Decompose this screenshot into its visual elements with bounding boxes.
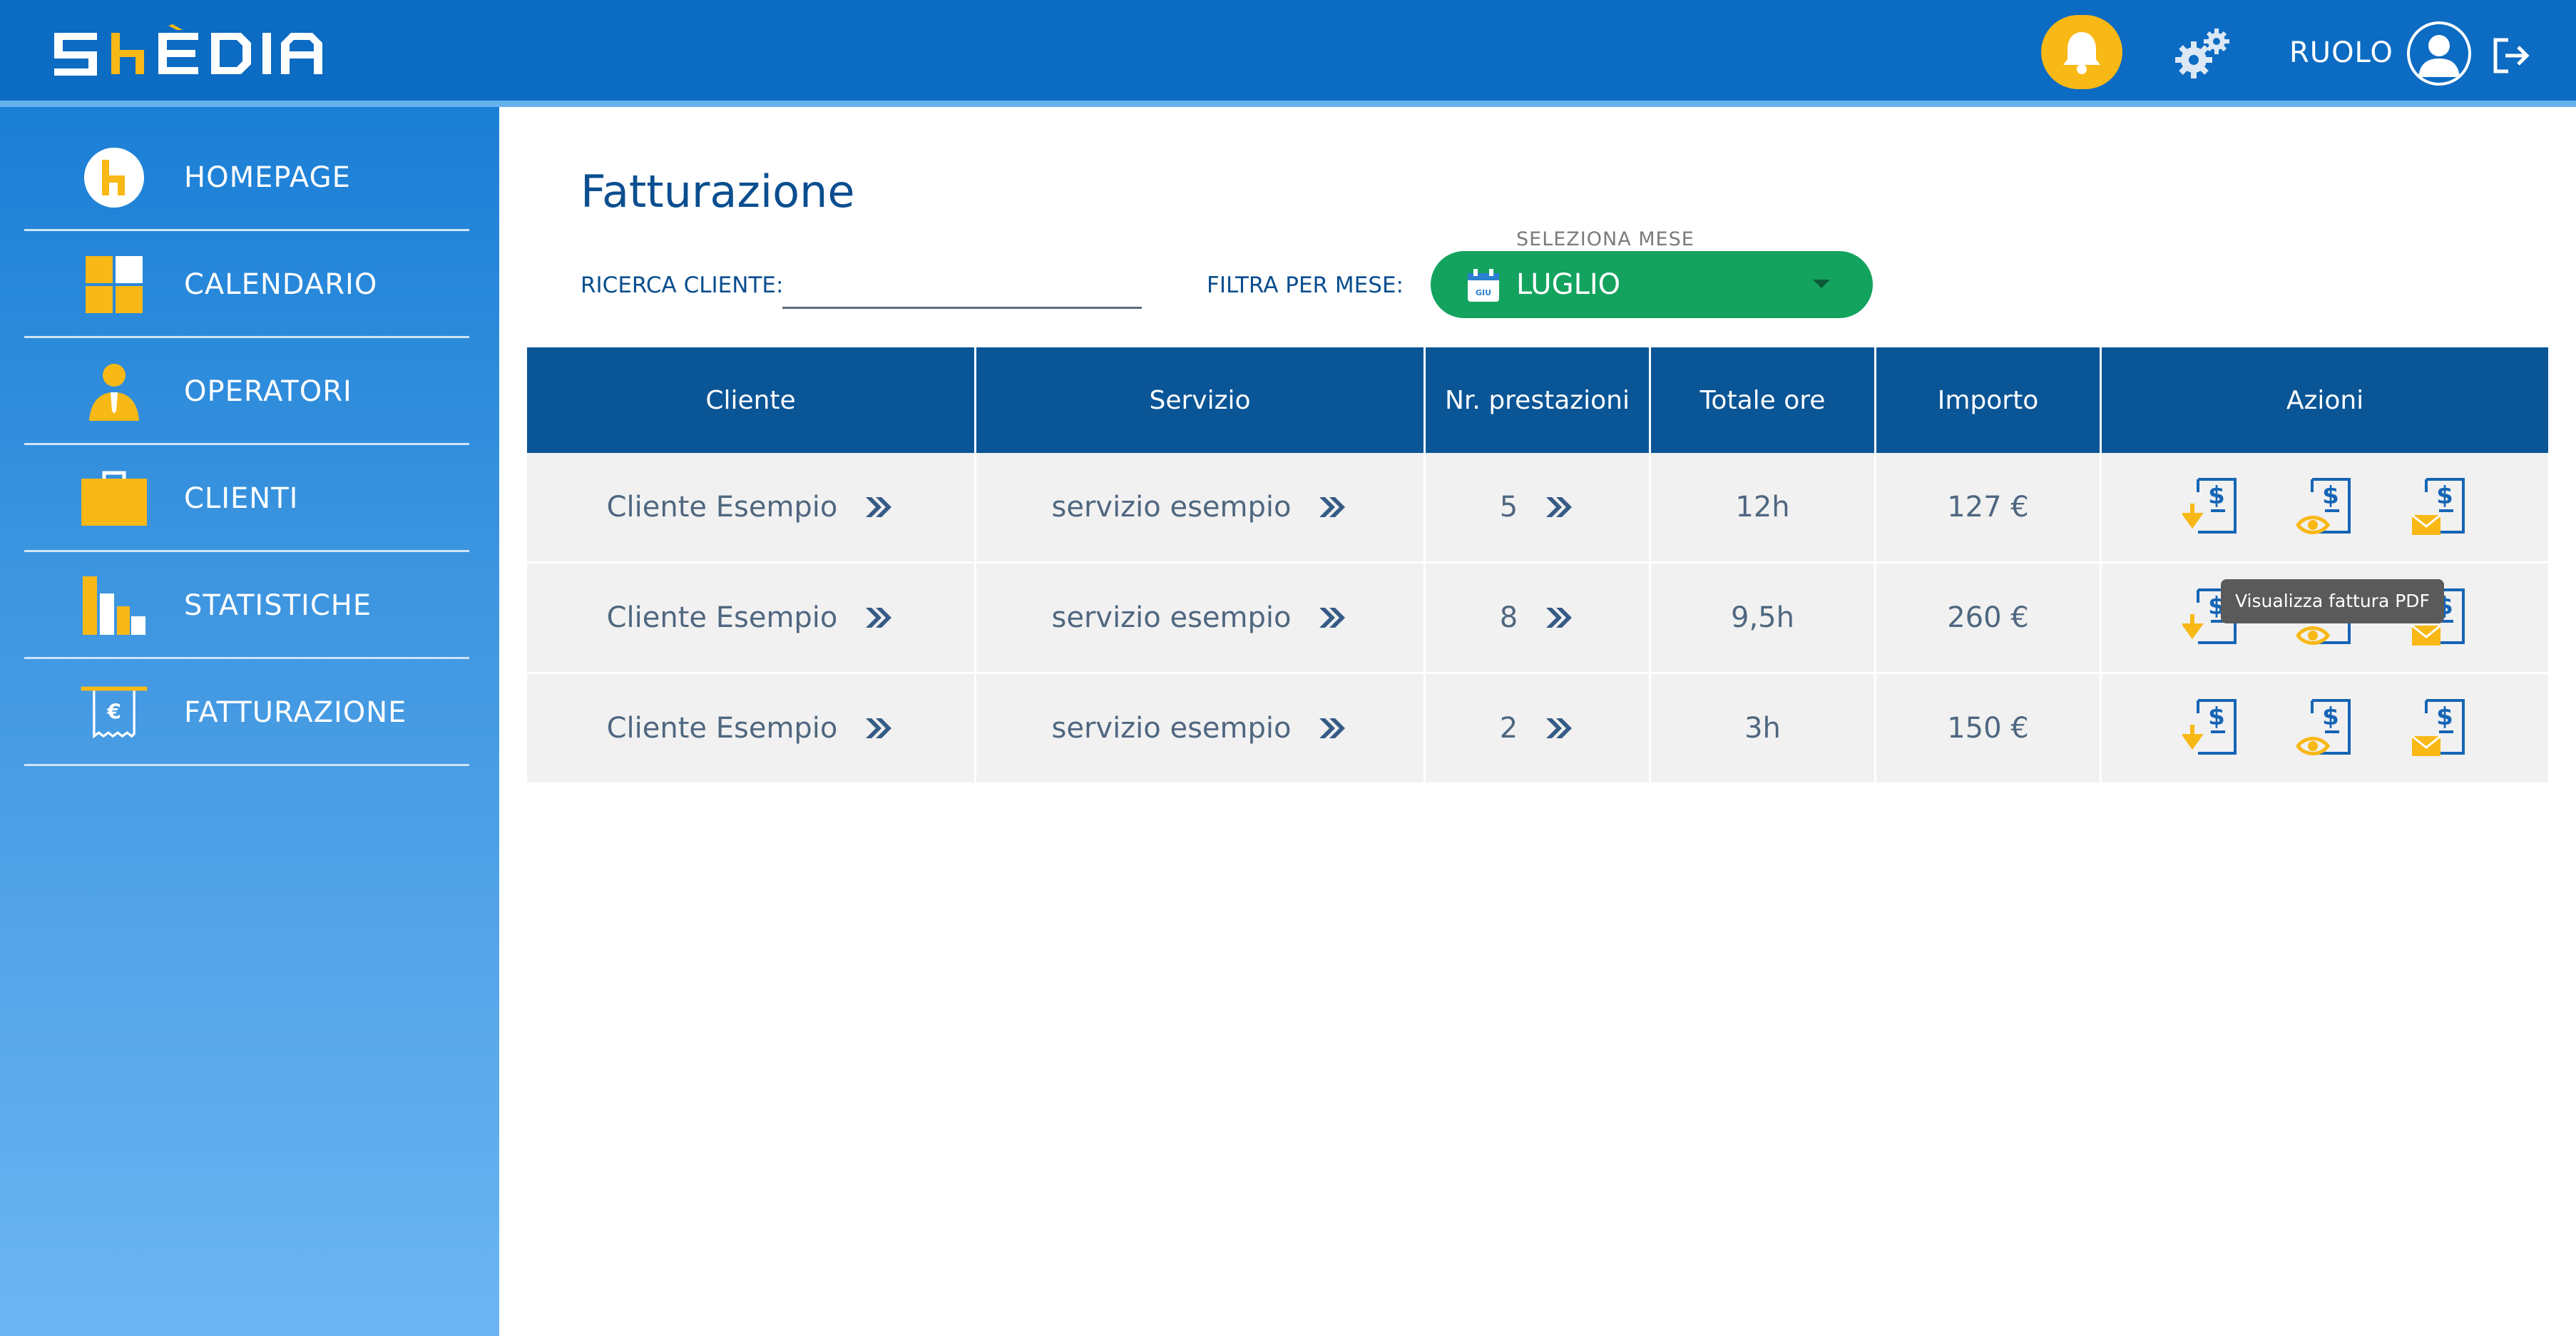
operator-icon xyxy=(80,357,148,426)
user-avatar-button[interactable] xyxy=(2407,21,2471,86)
actions-cell xyxy=(2102,674,2548,782)
search-client-label: RICERCA CLIENTE: xyxy=(581,272,784,298)
view-invoice-icon[interactable] xyxy=(2296,475,2353,539)
month-filter-label: FILTRA PER MESE: xyxy=(1207,272,1404,298)
client-cell[interactable]: Cliente Esempio xyxy=(527,453,976,561)
services-count-cell[interactable]: 5 xyxy=(1426,453,1651,561)
bar-chart-icon xyxy=(80,571,148,640)
client-name: Cliente Esempio xyxy=(606,491,838,524)
settings-gears-icon[interactable] xyxy=(2172,26,2232,80)
amount: 127 € xyxy=(1876,453,2102,561)
svg-text:GIU: GIU xyxy=(1476,288,1491,297)
service-name: servizio esempio xyxy=(1051,491,1292,524)
services-count: 2 xyxy=(1499,712,1518,745)
view-invoice-tooltip: Visualizza fattura PDF xyxy=(2221,579,2444,623)
total-hours: 12h xyxy=(1651,453,1876,561)
service-name: servizio esempio xyxy=(1051,712,1292,745)
column-header-azioni: Azioni xyxy=(2102,347,2548,453)
total-hours: 9,5h xyxy=(1651,564,1876,672)
sidebar-item-clienti[interactable]: CLIENTI xyxy=(24,447,469,552)
sidebar-item-label: FATTURAZIONE xyxy=(184,695,407,729)
double-chevron-right-icon[interactable] xyxy=(863,715,894,741)
calendar-icon: GIU xyxy=(1468,269,1499,302)
client-cell[interactable]: Cliente Esempio xyxy=(527,564,976,672)
sidebar-item-homepage[interactable]: HOMEPAGE xyxy=(24,126,469,231)
double-chevron-right-icon[interactable] xyxy=(1317,605,1348,631)
bell-icon xyxy=(2063,32,2100,74)
double-chevron-right-icon[interactable] xyxy=(1543,605,1575,631)
user-icon xyxy=(2418,35,2460,77)
column-header-ore[interactable]: Totale ore xyxy=(1651,347,1876,453)
sidebar-item-label: STATISTICHE xyxy=(184,588,372,622)
service-cell[interactable]: servizio esempio xyxy=(976,564,1426,672)
sidebar-item-label: CALENDARIO xyxy=(184,267,378,301)
actions-cell xyxy=(2102,453,2548,561)
column-header-servizio[interactable]: Servizio xyxy=(976,347,1426,453)
month-select-dropdown[interactable]: GIU LUGLIO xyxy=(1431,251,1873,318)
sidebar-item-label: HOMEPAGE xyxy=(184,160,351,194)
services-count-cell[interactable]: 8 xyxy=(1426,564,1651,672)
table-header-row: Cliente Servizio Nr. prestazioni Totale … xyxy=(527,347,2548,453)
role-label: RUOLO xyxy=(2289,36,2393,69)
sidebar-item-statistiche[interactable]: STATISTICHE xyxy=(24,554,469,659)
table-row: Cliente Esempio servizio esempio 5 12h 1… xyxy=(527,453,2548,561)
home-logo-icon xyxy=(80,143,148,212)
service-cell[interactable]: servizio esempio xyxy=(976,674,1426,782)
service-cell[interactable]: servizio esempio xyxy=(976,453,1426,561)
column-header-importo[interactable]: Importo xyxy=(1876,347,2102,453)
sidebar-item-calendario[interactable]: CALENDARIO xyxy=(24,233,469,338)
double-chevron-right-icon[interactable] xyxy=(863,494,894,520)
total-hours: 3h xyxy=(1651,674,1876,782)
sidebar-item-label: OPERATORI xyxy=(184,374,352,408)
amount: 150 € xyxy=(1876,674,2102,782)
services-count-cell[interactable]: 2 xyxy=(1426,674,1651,782)
double-chevron-right-icon[interactable] xyxy=(1317,494,1348,520)
top-bar: RUOLO xyxy=(0,0,2576,107)
logout-icon[interactable] xyxy=(2490,36,2532,76)
sidebar-item-fatturazione[interactable]: € FATTURAZIONE xyxy=(24,661,469,766)
app-logo[interactable] xyxy=(51,24,329,84)
double-chevron-right-icon[interactable] xyxy=(1543,494,1575,520)
calendar-grid-icon xyxy=(80,250,148,319)
search-client-input[interactable] xyxy=(782,264,1142,309)
client-name: Cliente Esempio xyxy=(606,601,838,634)
table-row: Cliente Esempio servizio esempio 2 3h 15… xyxy=(527,672,2548,782)
email-invoice-icon[interactable] xyxy=(2411,696,2468,760)
sidebar-item-operatori[interactable]: OPERATORI xyxy=(24,340,469,445)
services-count: 5 xyxy=(1499,491,1518,524)
svg-text:€: € xyxy=(106,700,121,723)
month-selected-value: LUGLIO xyxy=(1516,268,1621,301)
services-count: 8 xyxy=(1499,601,1518,634)
amount: 260 € xyxy=(1876,564,2102,672)
service-name: servizio esempio xyxy=(1051,601,1292,634)
client-cell[interactable]: Cliente Esempio xyxy=(527,674,976,782)
sidebar: HOMEPAGE CALENDARIO OPERATORI CLIENTI ST… xyxy=(0,107,499,1336)
page-title: Fatturazione xyxy=(581,165,855,218)
billing-table: Cliente Servizio Nr. prestazioni Totale … xyxy=(527,347,2548,782)
invoice-euro-icon: € xyxy=(80,678,148,747)
sidebar-item-label: CLIENTI xyxy=(184,481,299,515)
month-select-hint: SELEZIONA MESE xyxy=(1516,228,1695,250)
column-header-cliente[interactable]: Cliente xyxy=(527,347,976,453)
column-header-prestazioni[interactable]: Nr. prestazioni xyxy=(1426,347,1651,453)
double-chevron-right-icon[interactable] xyxy=(1317,715,1348,741)
download-invoice-icon[interactable] xyxy=(2182,475,2239,539)
download-invoice-icon[interactable] xyxy=(2182,696,2239,760)
double-chevron-right-icon[interactable] xyxy=(1543,715,1575,741)
briefcase-icon xyxy=(80,464,148,533)
chevron-down-icon xyxy=(1813,280,1830,288)
client-name: Cliente Esempio xyxy=(606,712,838,745)
notifications-button[interactable] xyxy=(2041,15,2122,89)
double-chevron-right-icon[interactable] xyxy=(863,605,894,631)
view-invoice-icon[interactable] xyxy=(2296,696,2353,760)
email-invoice-icon[interactable] xyxy=(2411,475,2468,539)
